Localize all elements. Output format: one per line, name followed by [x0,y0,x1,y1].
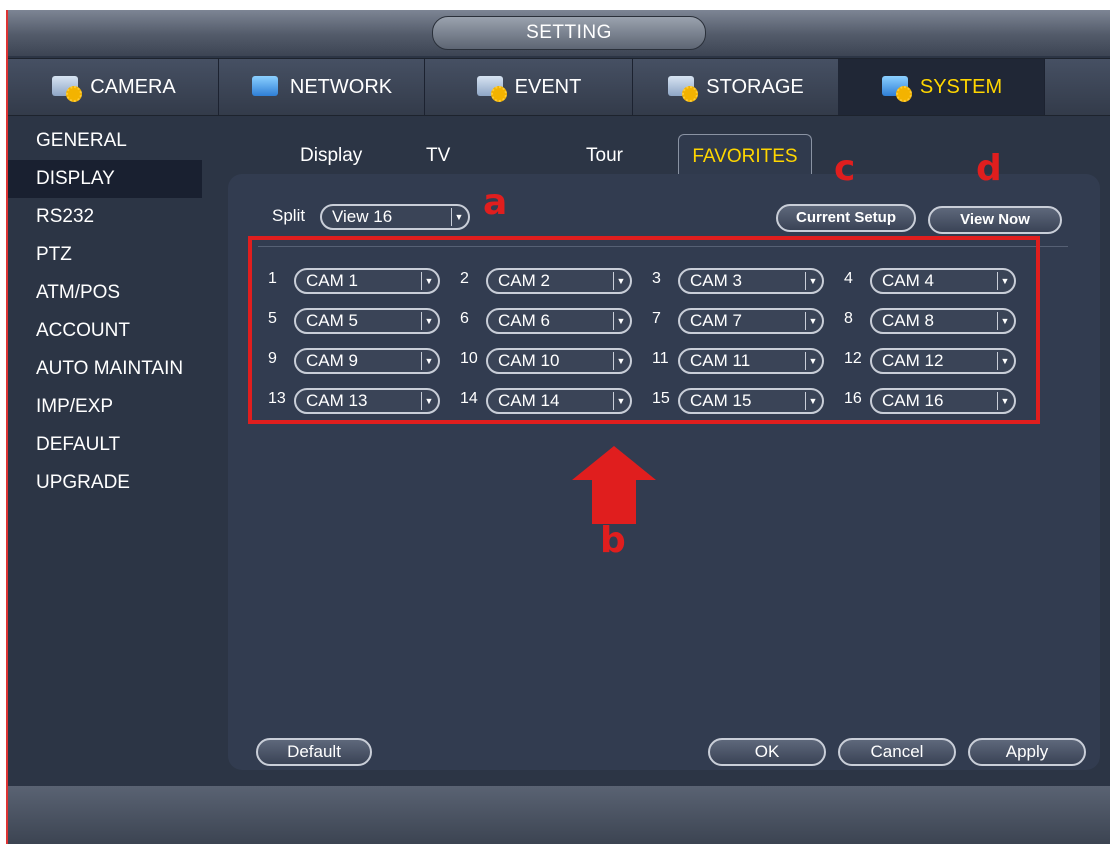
tab-storage-label: STORAGE [706,75,804,98]
window-title: SETTING [432,16,706,50]
current-setup-button[interactable]: Current Setup [776,204,916,232]
view-now-button[interactable]: View Now [928,206,1062,234]
sidebar-item-auto-maintain[interactable]: AUTO MAINTAIN [8,350,208,388]
tab-system-label: SYSTEM [919,75,1003,98]
tab-network[interactable]: NETWORK [218,59,425,115]
tab-event[interactable]: EVENT [424,59,633,115]
title-bar: SETTING [8,10,1110,56]
split-select[interactable]: View 16 ▼ [320,204,470,230]
annotation-arrow-icon [572,446,656,524]
cancel-button[interactable]: Cancel [838,738,956,766]
storage-icon [666,72,700,102]
sidebar-item-atm-pos[interactable]: ATM/POS [8,274,208,312]
ok-button[interactable]: OK [708,738,826,766]
tab-system[interactable]: SYSTEM [838,59,1045,115]
split-label: Split [272,206,306,225]
default-button[interactable]: Default [256,738,372,766]
subtab-tour[interactable]: Tour [586,134,623,174]
event-icon [475,72,509,102]
sidebar-item-rs232[interactable]: RS232 [8,198,208,236]
subtab-display[interactable]: Display [300,134,362,174]
sidebar-item-account[interactable]: ACCOUNT [8,312,208,350]
tab-camera[interactable]: CAMERA [8,59,219,115]
network-icon [250,72,284,102]
sidebar-item-imp-exp[interactable]: IMP/EXP [8,388,208,426]
sidebar-item-upgrade[interactable]: UPGRADE [8,464,208,502]
sidebar: GENERAL DISPLAY RS232 PTZ ATM/POS ACCOUN… [8,122,208,502]
system-icon [880,72,914,102]
annotation-c: c [834,148,856,189]
tab-storage[interactable]: STORAGE [632,59,839,115]
dvr-window: SETTING CAMERA NETWORK EVENT STORAGE SYS… [6,10,1110,844]
tab-network-label: NETWORK [289,75,393,98]
tab-event-label: EVENT [514,75,582,98]
sidebar-item-display[interactable]: DISPLAY [8,160,202,198]
bottom-status-bar [8,786,1110,844]
annotation-box [248,236,1040,424]
sidebar-item-default[interactable]: DEFAULT [8,426,208,464]
subtab-favorites[interactable]: FAVORITES [678,134,812,175]
sidebar-item-ptz[interactable]: PTZ [8,236,208,274]
split-select-value: View 16 [332,207,393,226]
annotation-d: d [976,148,1002,189]
apply-button[interactable]: Apply [968,738,1086,766]
annotation-a: a [483,182,508,223]
camera-settings-icon [50,72,84,102]
annotation-b: b [600,520,626,561]
subtab-tv-adjust[interactable]: TV Adjust [426,134,479,210]
tab-camera-label: CAMERA [90,75,176,98]
chevron-down-icon: ▼ [451,208,466,226]
top-nav: CAMERA NETWORK EVENT STORAGE SYSTEM [8,58,1110,116]
sidebar-item-general[interactable]: GENERAL [8,122,208,160]
